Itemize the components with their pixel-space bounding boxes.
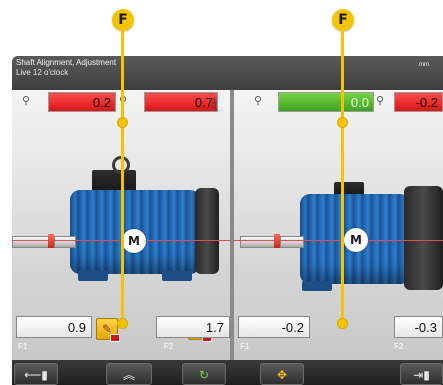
rotate-arrow-icon[interactable]: ↻	[182, 363, 226, 385]
callout-dot-left-bottom	[117, 318, 128, 329]
sensor-icon: ⚲	[22, 95, 31, 107]
f2-label: F2	[394, 342, 404, 351]
target-icon[interactable]: ✥	[260, 363, 304, 385]
right-top-value-1: 0.0	[278, 92, 374, 112]
f2-value-field[interactable]: -0.3	[394, 316, 443, 338]
bottom-toolbar: ⟵▮ ︽ ↻ ✥ ⇥▮	[12, 360, 443, 385]
f1-label: F1	[18, 342, 28, 351]
shaft-centerline	[234, 240, 443, 241]
left-top-value-2: 0.7	[144, 92, 218, 112]
unit-label: mm	[419, 62, 429, 68]
callout-dot-right-bottom	[337, 318, 348, 329]
left-top-value-1: 0.2	[48, 92, 116, 112]
f2-label: F2	[164, 342, 174, 351]
motor-end-cap	[195, 188, 219, 274]
motor-end-cap	[404, 186, 443, 290]
callout-dot-left-top	[117, 117, 128, 128]
motor-badge: M	[344, 228, 368, 252]
screen-header: Shaft Alignment, Adjustment Live 12 o'cl…	[12, 56, 443, 90]
vertical-axis-label: Hor	[210, 98, 217, 110]
callout-badge-f-right: F	[332, 9, 354, 31]
motor-foot	[302, 281, 332, 291]
shaft-left	[240, 236, 278, 248]
double-chevron-up-icon[interactable]: ︽	[106, 363, 152, 385]
shaft-right	[54, 236, 76, 248]
warning-flag-icon	[110, 334, 120, 342]
motor-foot	[162, 271, 192, 281]
screen-subtitle: Live 12 o'clock	[16, 68, 69, 77]
right-top-value-2: -0.2	[394, 92, 443, 112]
motor-badge: M	[122, 229, 146, 253]
f1-label: F1	[240, 342, 250, 351]
f1-value-field[interactable]: 0.9	[16, 316, 92, 338]
shaft-right	[280, 236, 304, 248]
screen-title: Shaft Alignment, Adjustment	[16, 58, 117, 67]
callout-dot-right-top	[337, 117, 348, 128]
callout-line-right	[341, 30, 344, 322]
callout-badge-f-left: F	[112, 9, 134, 31]
sensor-icon: ⚲	[254, 95, 263, 107]
f1-value-field[interactable]: -0.2	[238, 316, 310, 338]
callout-line-left	[121, 30, 124, 322]
shaft-arrow-icon[interactable]: ⟵▮	[14, 363, 58, 385]
shaft-alignment-icon[interactable]: ⇥▮	[400, 363, 443, 385]
motor-foot	[78, 271, 108, 281]
device-screen: Shaft Alignment, Adjustment Live 12 o'cl…	[12, 56, 443, 385]
sensor-icon: ⚲	[376, 95, 385, 107]
f2-value-field[interactable]: 1.7	[156, 316, 230, 338]
